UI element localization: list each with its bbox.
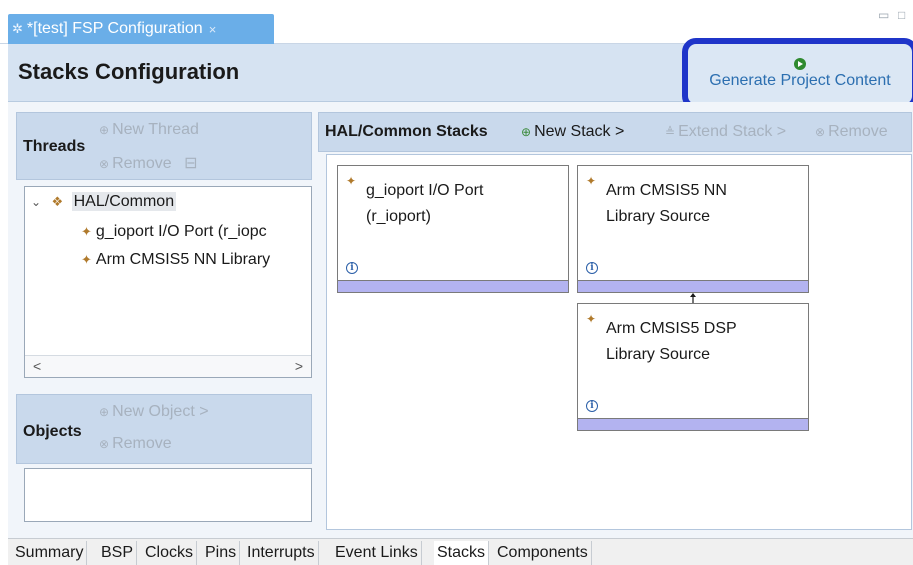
tree-item-arm-cmsis5-nn[interactable]: ✦ Arm CMSIS5 NN Library	[81, 251, 270, 269]
remove-object-button[interactable]: ⊗ Remove	[99, 435, 172, 453]
gear-icon: ✲	[12, 21, 23, 36]
remove-stack-button[interactable]: ⊗ Remove	[815, 123, 888, 141]
stack-card-bar	[578, 280, 808, 292]
bottom-tab-bar: Summary BSP Clocks Pins Interrupts Event…	[8, 538, 913, 565]
stacks-main-area: Threads ⊕ New Thread ⊗ Remove ⊟ ⌄ ❖ HAL/Co…	[8, 102, 913, 538]
tab-summary[interactable]: Summary	[12, 541, 88, 565]
tree-root-label: HAL/Common	[71, 192, 177, 211]
dependency-arrow	[690, 293, 696, 303]
stack-card-bar	[338, 280, 568, 292]
module-icon: ✦	[586, 174, 597, 188]
tab-bsp[interactable]: BSP	[98, 541, 138, 565]
objects-label: Objects	[23, 423, 82, 440]
remove-icon: ⊗	[815, 125, 826, 139]
scroll-right-button[interactable]: >	[295, 358, 303, 374]
stack-card-subtitle: Library Source	[606, 346, 711, 363]
tab-interrupts[interactable]: Interrupts	[244, 541, 319, 565]
collapse-icon[interactable]: ⊟	[184, 155, 197, 172]
stack-card-subtitle: Library Source	[606, 208, 711, 225]
tab-components[interactable]: Components	[494, 541, 592, 565]
module-icon: ✦	[586, 312, 597, 326]
remove-icon: ⊗	[99, 157, 110, 171]
minimize-button[interactable]: ▭	[878, 8, 889, 22]
remove-icon: ⊗	[99, 437, 110, 451]
module-icon: ✦	[81, 252, 92, 267]
stack-card-title: Arm CMSIS5 NN	[606, 182, 727, 199]
generate-project-content-label: Generate Project Content	[709, 72, 891, 89]
editor-tab-fsp-configuration[interactable]: ✲ *[test] FSP Configuration ×	[8, 14, 274, 44]
close-icon[interactable]: ×	[209, 22, 217, 37]
play-icon	[794, 58, 806, 70]
chevron-down-icon[interactable]: ⌄	[31, 195, 41, 209]
stack-card-subtitle: (r_ioport)	[366, 208, 431, 225]
stack-card-title: Arm CMSIS5 DSP	[606, 320, 737, 337]
threads-label: Threads	[23, 138, 86, 155]
extend-icon: ≜	[665, 125, 676, 139]
new-stack-button[interactable]: ⊕ New Stack >	[521, 123, 624, 141]
module-icon: ✦	[81, 224, 92, 239]
stacks-pane-header: HAL/Common Stacks ⊕ New Stack > ≜ Extend S…	[318, 112, 912, 152]
tab-clocks[interactable]: Clocks	[142, 541, 198, 565]
stacks-label: HAL/Common Stacks	[325, 123, 488, 140]
threads-tree: ⌄ ❖ HAL/Common ✦ g_ioport I/O Port (r_iop…	[24, 186, 312, 378]
info-icon[interactable]: i	[586, 262, 598, 274]
objects-list	[24, 468, 312, 522]
tab-event-links[interactable]: Event Links	[332, 541, 422, 565]
add-icon: ⊕	[521, 125, 532, 139]
component-icon: ❖	[51, 194, 64, 209]
objects-pane-header: Objects ⊕ New Object > ⊗ Remove	[16, 394, 312, 464]
add-icon: ⊕	[99, 123, 110, 137]
stack-card-arm-cmsis5-dsp[interactable]: ✦ Arm CMSIS5 DSP Library Source i	[577, 303, 809, 431]
stack-card-arm-cmsis5-nn[interactable]: ✦ Arm CMSIS5 NN Library Source i	[577, 165, 809, 293]
module-icon: ✦	[346, 174, 357, 188]
stack-card-title: g_ioport I/O Port	[366, 182, 484, 199]
tab-pins[interactable]: Pins	[202, 541, 241, 565]
editor-tab-title: *[test] FSP Configuration	[26, 20, 203, 37]
add-icon: ⊕	[99, 405, 110, 419]
page-header: Stacks Configuration Generate Project Co…	[8, 38, 913, 110]
threads-pane-header: Threads ⊕ New Thread ⊗ Remove ⊟	[16, 112, 312, 180]
stack-card-bar	[578, 418, 808, 430]
tree-root-hal-common[interactable]: ⌄ ❖ HAL/Common	[31, 192, 177, 211]
generate-project-content-button[interactable]: Generate Project Content	[682, 38, 913, 110]
remove-thread-button[interactable]: ⊗ Remove ⊟	[99, 153, 198, 173]
stacks-canvas: ✦ g_ioport I/O Port (r_ioport) i ✦ Arm C…	[326, 154, 912, 530]
info-icon[interactable]: i	[346, 262, 358, 274]
tab-stacks[interactable]: Stacks	[434, 541, 490, 565]
page-title: Stacks Configuration	[18, 59, 240, 84]
new-thread-button[interactable]: ⊕ New Thread	[99, 121, 199, 139]
scroll-left-button[interactable]: <	[33, 358, 41, 374]
new-object-button[interactable]: ⊕ New Object >	[99, 403, 209, 421]
stack-card-g-ioport[interactable]: ✦ g_ioport I/O Port (r_ioport) i	[337, 165, 569, 293]
horizontal-scrollbar[interactable]: < >	[25, 355, 311, 377]
extend-stack-button[interactable]: ≜ Extend Stack >	[665, 123, 786, 141]
tree-item-g-ioport[interactable]: ✦ g_ioport I/O Port (r_iopc	[81, 223, 267, 241]
info-icon[interactable]: i	[586, 400, 598, 412]
maximize-button[interactable]: □	[898, 8, 905, 22]
